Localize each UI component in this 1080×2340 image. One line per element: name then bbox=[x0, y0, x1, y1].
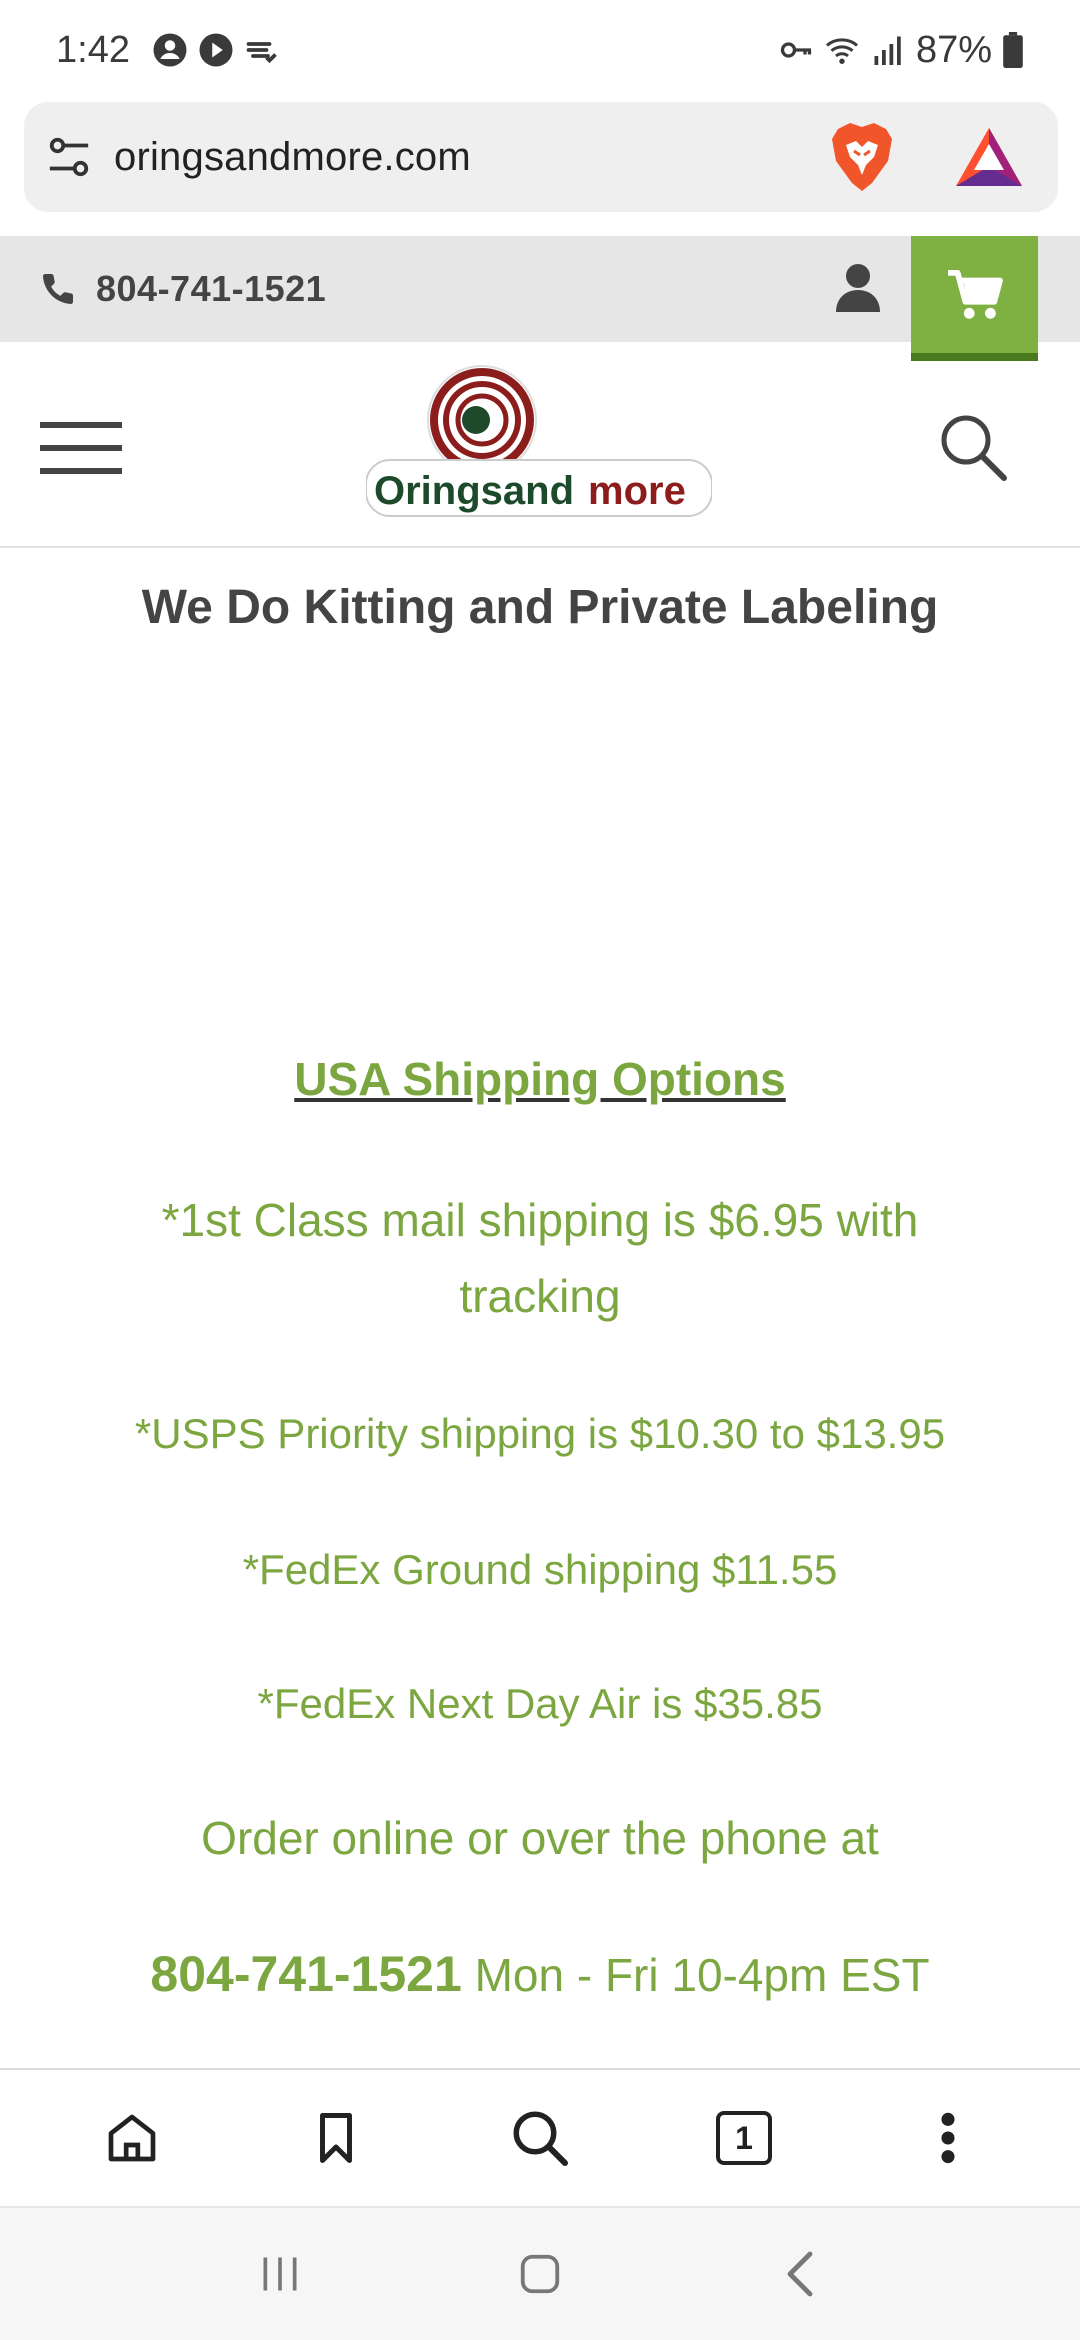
business-hours: Mon - Fri 10-4pm EST bbox=[461, 1949, 930, 2001]
account-circle-icon bbox=[153, 33, 187, 67]
bookmarks-button[interactable] bbox=[301, 2103, 371, 2173]
status-left: 1:42 bbox=[56, 29, 280, 72]
kitting-heading: We Do Kitting and Private Labeling bbox=[141, 581, 939, 634]
status-time: 1:42 bbox=[56, 28, 130, 71]
home-nav-button[interactable] bbox=[510, 2244, 570, 2304]
url-bar[interactable]: oringsandmore.com bbox=[24, 102, 1058, 212]
battery-icon bbox=[1003, 32, 1023, 68]
order-phone-line: 804-741-1521 Mon - Fri 10-4pm EST bbox=[90, 1936, 990, 2013]
cloud-sync-icon bbox=[246, 42, 277, 64]
battery-percent: 87% bbox=[915, 28, 992, 71]
tab-count: 1 bbox=[716, 2111, 772, 2165]
brave-shields-icon[interactable] bbox=[828, 121, 896, 193]
home-icon bbox=[108, 2114, 156, 2162]
bat-rewards-icon[interactable] bbox=[954, 126, 1024, 188]
shipping-first-class: *1st Class mail shipping is $6.95 with t… bbox=[161, 1194, 919, 1322]
home-button[interactable] bbox=[97, 2103, 167, 2173]
phone-link[interactable]: 804-741-1521 bbox=[40, 236, 326, 342]
phone-icon bbox=[42, 273, 74, 305]
wifi-icon bbox=[825, 38, 858, 64]
play-icon bbox=[199, 33, 233, 67]
logo-text-more: more bbox=[588, 469, 686, 513]
recent-apps-button[interactable] bbox=[250, 2244, 310, 2304]
recent-apps-icon bbox=[263, 2257, 297, 2291]
search-button[interactable] bbox=[505, 2103, 575, 2173]
back-icon bbox=[787, 2251, 813, 2297]
search-toolbar-icon bbox=[513, 2111, 568, 2166]
signal-icon bbox=[874, 36, 901, 65]
search-icon[interactable] bbox=[938, 412, 1008, 482]
home-nav-icon bbox=[520, 2254, 560, 2294]
browser-toolbar: 1 bbox=[0, 2068, 1080, 2206]
status-bar: 1:42 87% bbox=[0, 0, 1080, 100]
bookmark-icon bbox=[320, 2113, 352, 2163]
back-button[interactable] bbox=[770, 2244, 830, 2304]
more-vert-icon bbox=[941, 2112, 955, 2164]
more-menu-button[interactable] bbox=[913, 2103, 983, 2173]
shipping-fedex-ground: *FedEx Ground shipping $11.55 bbox=[242, 1546, 838, 1593]
shipping-options-title[interactable]: USA Shipping Options bbox=[0, 1052, 1080, 1106]
hamburger-menu-icon[interactable] bbox=[40, 418, 122, 478]
vpn-key-icon bbox=[780, 42, 812, 58]
shipping-usps-priority: *USPS Priority shipping is $10.30 to $13… bbox=[134, 1410, 946, 1457]
order-phone-number[interactable]: 804-741-1521 bbox=[150, 1946, 461, 2002]
site-settings-icon[interactable] bbox=[46, 134, 92, 180]
shipping-fedex-next-day: *FedEx Next Day Air is $35.85 bbox=[257, 1680, 823, 1727]
logo-text-orings: Oringsand bbox=[374, 469, 574, 513]
tabs-button[interactable]: 1 bbox=[709, 2103, 779, 2173]
android-nav-bar bbox=[0, 2206, 1080, 2340]
site-logo[interactable]: Oringsand more bbox=[366, 364, 712, 524]
account-icon[interactable] bbox=[834, 262, 882, 312]
order-online-text: Order online or over the phone at bbox=[201, 1812, 879, 1864]
url-text[interactable]: oringsandmore.com bbox=[114, 135, 828, 180]
site-header: Oringsand more bbox=[0, 342, 1080, 548]
status-right: 87% bbox=[778, 29, 1024, 72]
cart-icon bbox=[947, 269, 1003, 319]
phone-number[interactable]: 804-741-1521 bbox=[96, 268, 326, 310]
